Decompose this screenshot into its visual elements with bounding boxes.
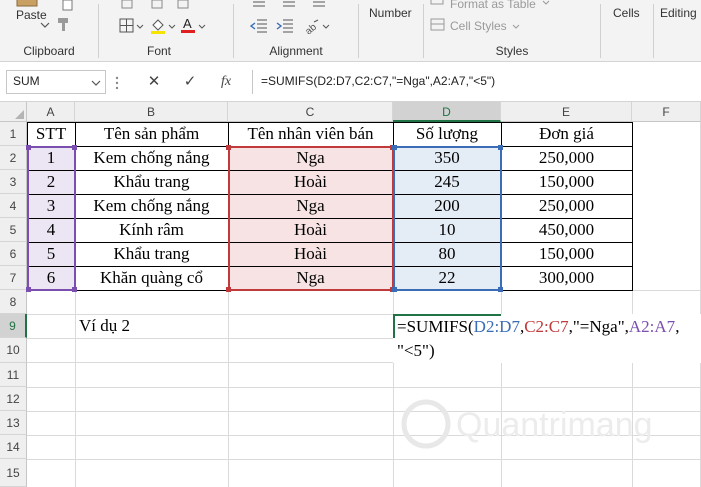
text-color-icon[interactable]: A — [179, 16, 197, 34]
row-header-14[interactable]: 14 — [0, 435, 27, 459]
align-top-icon[interactable] — [252, 0, 266, 10]
font-color-icon[interactable] — [121, 0, 133, 12]
formula-buttons: ✕ ✓ fx — [112, 70, 244, 94]
row-header-9[interactable]: 9 — [0, 314, 27, 338]
row-header-11[interactable]: 11 — [0, 363, 27, 387]
svg-text:A: A — [183, 16, 192, 31]
format-as-table-dropdown-icon[interactable] — [542, 0, 550, 6]
editing-formula-line2: "<5") — [397, 341, 435, 360]
borders-dropdown-icon[interactable] — [136, 24, 144, 30]
ribbon: Paste Clipboard A Font ab Alignment Numb… — [0, 0, 701, 62]
cells-group: Cells — [601, 0, 653, 62]
row-header-15[interactable]: 15 — [0, 459, 27, 487]
worksheet-grid: A B C D E F 1 2 3 4 5 6 7 8 9 10 11 12 1… — [0, 102, 701, 487]
formula-input[interactable]: =SUMIFS(D2:D7,C2:C7,"=Nga",A2:A7,"<5") — [252, 70, 701, 94]
font-group: A Font — [99, 0, 219, 62]
name-box-value: SUM — [13, 74, 40, 88]
number-group: Number — [359, 0, 423, 62]
font-group-label: Font — [146, 44, 171, 58]
styles-group-label: Styles — [495, 44, 529, 58]
formula-ref-c: C2:C7 — [524, 317, 569, 336]
insert-function-icon[interactable]: fx — [216, 72, 236, 92]
cell-styles-icon[interactable] — [430, 18, 446, 32]
row-header-13[interactable]: 13 — [0, 411, 27, 435]
format-as-table-icon[interactable] — [430, 0, 444, 6]
align-middle-icon[interactable] — [282, 0, 296, 10]
format-painter-icon[interactable] — [56, 16, 74, 32]
row-header-10[interactable]: 10 — [0, 338, 27, 363]
svg-text:ab: ab — [303, 22, 319, 34]
cell-styles-button[interactable]: Cell Styles — [450, 19, 507, 33]
formula-bar: SUM ✕ ✓ fx =SUMIFS(D2:D7,C2:C7,"=Nga",A2… — [0, 62, 701, 102]
enter-icon[interactable]: ✓ — [180, 72, 200, 92]
table-borders — [26, 122, 633, 292]
paste-button[interactable]: Paste — [16, 8, 47, 22]
fill-color-dropdown-icon[interactable] — [168, 24, 176, 30]
clipboard-group-label: Clipboard — [23, 44, 75, 58]
borders-icon[interactable] — [119, 18, 135, 34]
formula-ref-d: D2:D7 — [473, 317, 520, 336]
formula-ref-a: A2:A7 — [628, 317, 676, 336]
paste-icon[interactable] — [14, 0, 40, 8]
row-header-12[interactable]: 12 — [0, 387, 27, 411]
format-as-table-button[interactable]: Format as Table — [450, 0, 536, 11]
styles-group: Format as Table Cell Styles Styles — [424, 0, 600, 62]
editing-button[interactable]: Editing — [660, 6, 697, 20]
decrease-indent-icon[interactable] — [250, 18, 268, 34]
watermark-text: Quantrimang — [456, 406, 653, 444]
align-bottom-icon[interactable] — [312, 0, 326, 10]
bold-icon[interactable] — [151, 0, 163, 12]
cells-button[interactable]: Cells — [613, 6, 640, 20]
paste-dropdown-icon[interactable] — [40, 22, 50, 28]
italic-icon[interactable] — [177, 0, 189, 12]
alignment-group-label: Alignment — [269, 44, 323, 58]
name-box[interactable]: SUM — [6, 70, 106, 94]
editing-group: Editing — [654, 0, 701, 62]
alignment-group: ab Alignment — [234, 0, 358, 62]
text-color-dropdown-icon[interactable] — [198, 24, 206, 30]
formula-text: =SUMIFS(D2:D7,C2:C7,"=Nga",A2:A7,"<5") — [261, 74, 496, 88]
cell-styles-dropdown-icon[interactable] — [512, 24, 520, 30]
copy-icon[interactable] — [60, 0, 76, 12]
name-box-dropdown-icon[interactable] — [91, 75, 101, 91]
watermark-logo: Quantrimang — [401, 399, 653, 449]
increase-indent-icon[interactable] — [276, 18, 294, 34]
cell-d9-editor[interactable]: =SUMIFS(D2:D7,C2:C7,"=Nga",A2:A7, "<5") — [393, 314, 701, 363]
orientation-dropdown-icon[interactable] — [322, 24, 330, 30]
editing-formula-line1: =SUMIFS(D2:D7,C2:C7,"=Nga",A2:A7, — [397, 316, 679, 338]
clipboard-group: Paste Clipboard — [0, 0, 98, 62]
formula-prefix: =SUMIFS( — [397, 317, 474, 336]
cell-b9[interactable]: Ví dụ 2 — [75, 314, 228, 338]
fill-color-icon[interactable] — [149, 16, 167, 34]
formula-comma: , — [675, 317, 680, 336]
number-button[interactable]: Number — [369, 6, 412, 20]
orientation-icon[interactable]: ab — [302, 18, 320, 34]
formula-criteria: ,"=Nga", — [568, 317, 629, 336]
cancel-icon[interactable]: ✕ — [144, 72, 164, 92]
